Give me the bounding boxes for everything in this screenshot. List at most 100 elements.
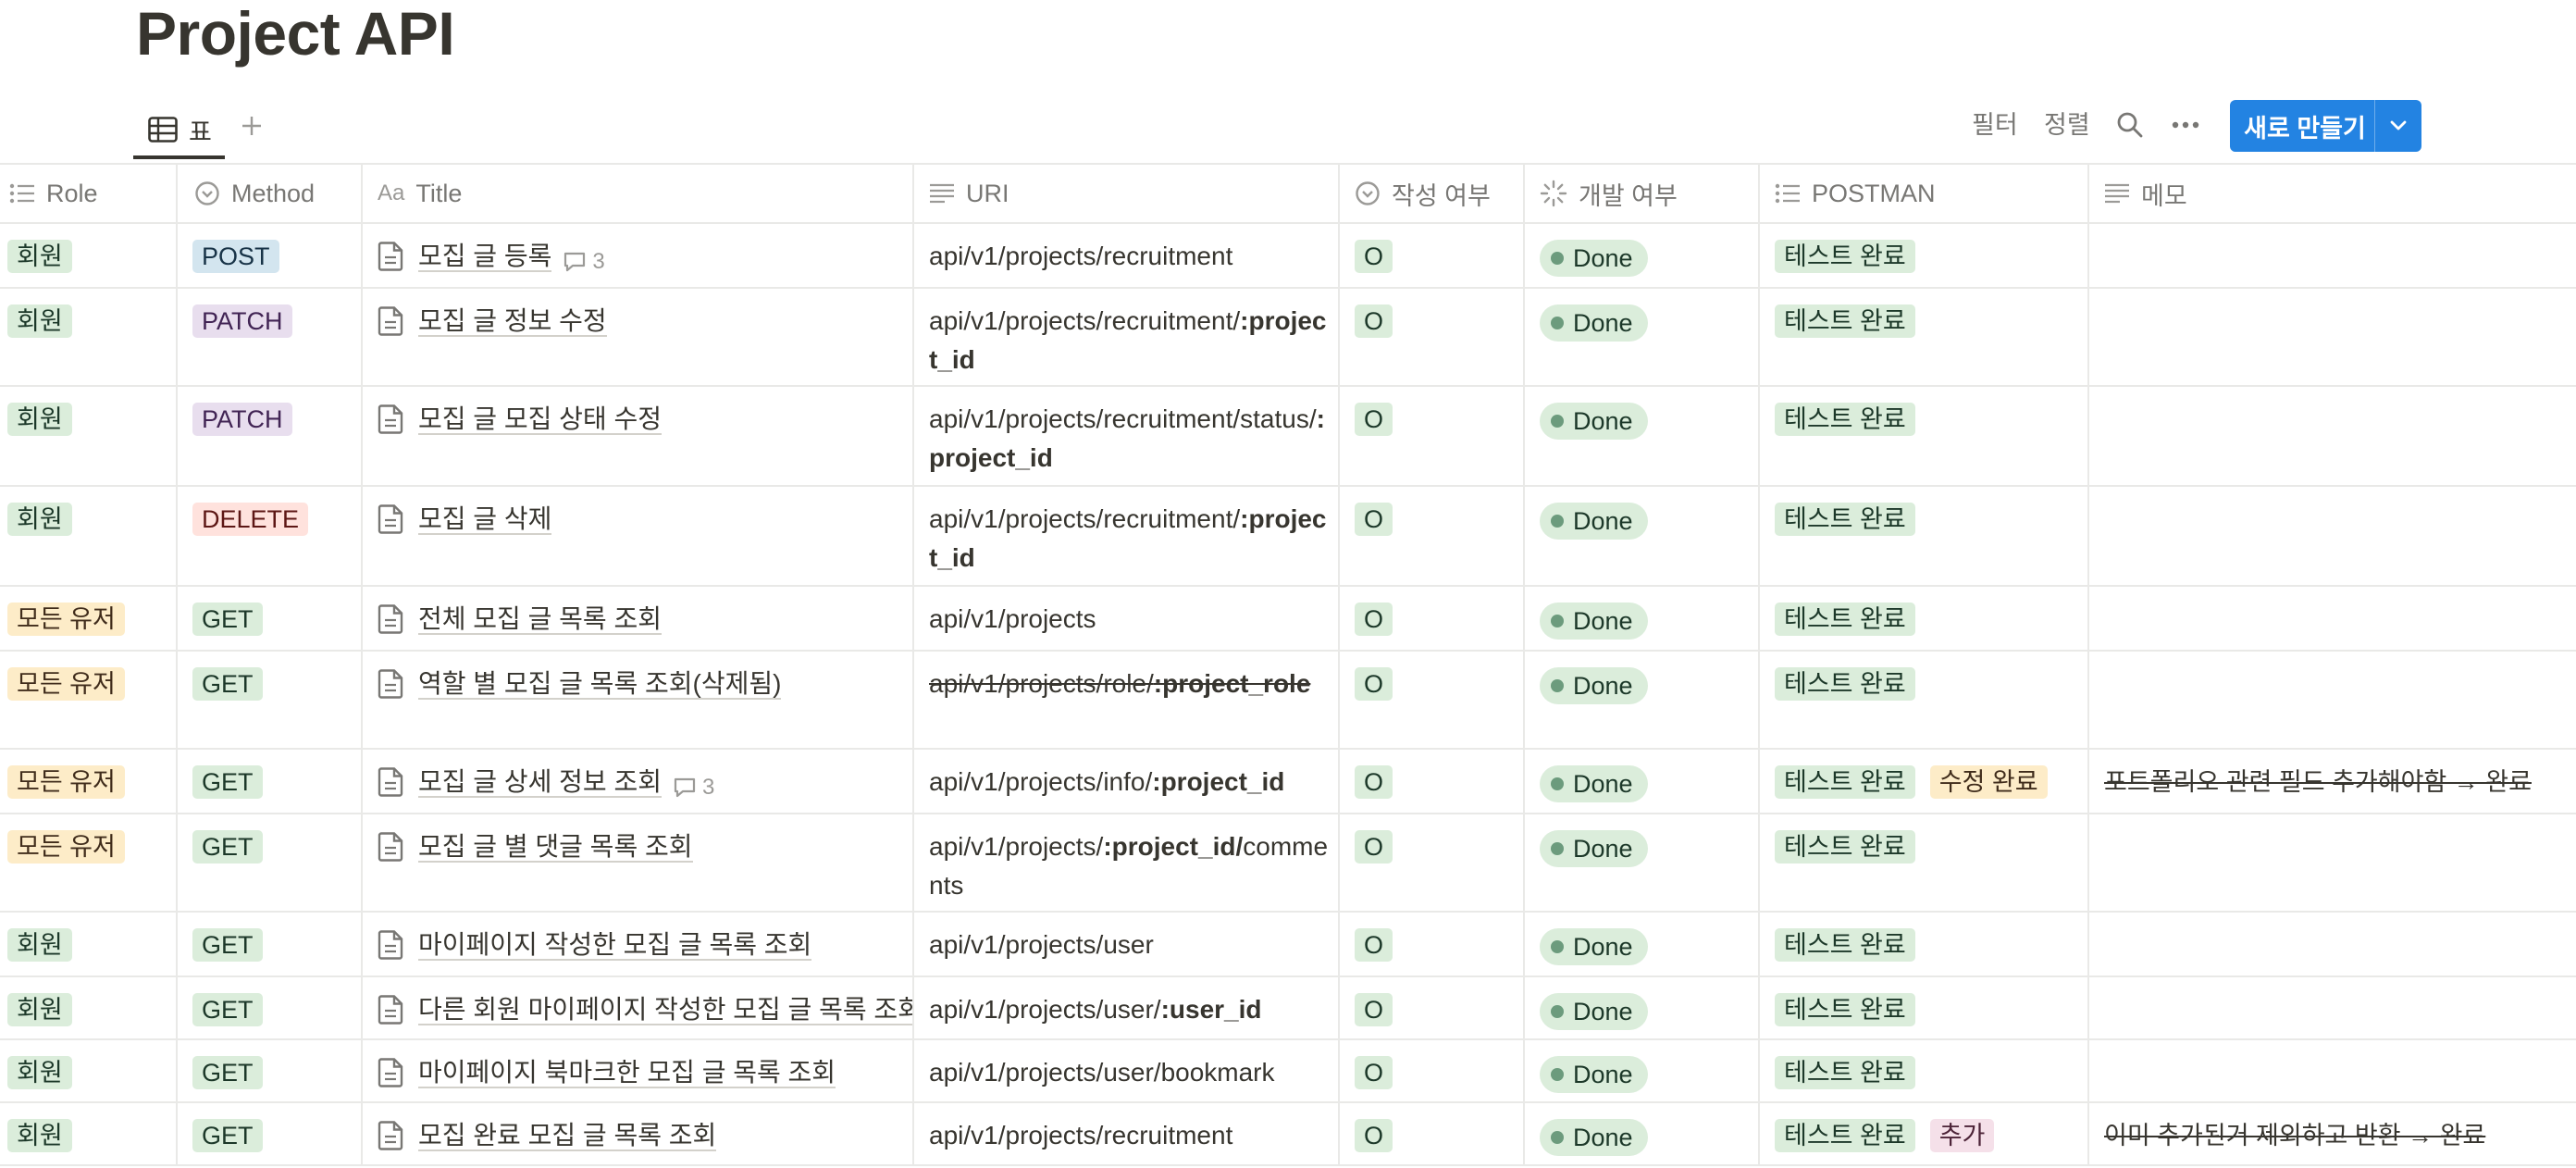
cell-role[interactable]: 회원 xyxy=(0,224,178,287)
cell-uri[interactable]: api/v1/projects/user xyxy=(914,913,1340,975)
cell-postman[interactable]: 테스트 완료 xyxy=(1760,587,2089,650)
cell-dev-status[interactable]: Done xyxy=(1525,750,1760,813)
cell-dev-status[interactable]: Done xyxy=(1525,387,1760,485)
table-row[interactable]: 모든 유저 GET 역할 별 모집 글 목록 조회(삭제됨) api/v1/proje… xyxy=(0,652,2576,750)
page-title-link[interactable]: 모집 글 모집 상태 수정 xyxy=(418,404,662,435)
cell-uri[interactable]: api/v1/projects xyxy=(914,587,1340,650)
cell-memo[interactable] xyxy=(2089,814,2576,911)
table-row[interactable]: 모든 유저 GET 모집 글 별 댓글 목록 조회 api/v1/projects/:… xyxy=(0,814,2576,913)
page-title-link[interactable]: 모집 글 삭제 xyxy=(418,504,552,535)
column-header-title[interactable]: Aa Title xyxy=(363,165,914,222)
cell-written[interactable]: O xyxy=(1340,814,1525,911)
cell-method[interactable]: GET xyxy=(178,1040,363,1101)
cell-written[interactable]: O xyxy=(1340,1040,1525,1101)
column-header-dev-status[interactable]: 개발 여부 xyxy=(1525,165,1760,222)
cell-title[interactable]: 모집 글 정보 수정 xyxy=(363,289,914,385)
cell-dev-status[interactable]: Done xyxy=(1525,913,1760,975)
cell-written[interactable]: O xyxy=(1340,487,1525,585)
table-row[interactable]: 회원 POST 모집 글 등록 3 api/v1/projects/recruitmen… xyxy=(0,224,2576,289)
cell-method[interactable]: DELETE xyxy=(178,487,363,585)
cell-postman[interactable]: 테스트 완료 xyxy=(1760,652,2089,748)
page-title-link[interactable]: 마이페이지 작성한 모집 글 목록 조회 xyxy=(418,930,812,961)
cell-role[interactable]: 모든 유저 xyxy=(0,587,178,650)
cell-role[interactable]: 회원 xyxy=(0,289,178,385)
cell-memo[interactable]: 이미 추가된거 제외하고 반환 → 완료 xyxy=(2089,1103,2576,1164)
cell-role[interactable]: 회원 xyxy=(0,1103,178,1164)
cell-dev-status[interactable]: Done xyxy=(1525,1103,1760,1164)
cell-uri[interactable]: api/v1/projects/recruitment/status/:proj… xyxy=(914,387,1340,485)
cell-written[interactable]: O xyxy=(1340,750,1525,813)
cell-uri[interactable]: api/v1/projects/recruitment/:project_id xyxy=(914,289,1340,385)
table-row[interactable]: 모든 유저 GET 모집 글 상세 정보 조회 3 api/v1/projects/in… xyxy=(0,750,2576,814)
cell-postman[interactable]: 테스트 완료 xyxy=(1760,1040,2089,1101)
cell-uri[interactable]: api/v1/projects/recruitment xyxy=(914,224,1340,287)
page-title-link[interactable]: 모집 글 상세 정보 조회 xyxy=(418,767,662,798)
table-row[interactable]: 회원 GET 모집 완료 모집 글 목록 조회 api/v1/projects/rec… xyxy=(0,1103,2576,1166)
page-title-link[interactable]: 다른 회원 마이페이지 작성한 모집 글 목록 조회 xyxy=(418,995,912,1025)
page-title-link[interactable]: 모집 완료 모집 글 목록 조회 xyxy=(418,1121,717,1151)
cell-written[interactable]: O xyxy=(1340,652,1525,748)
comment-count[interactable]: 3 xyxy=(673,768,714,807)
comment-count[interactable]: 3 xyxy=(563,242,605,281)
cell-written[interactable]: O xyxy=(1340,1103,1525,1164)
table-row[interactable]: 회원 PATCH 모집 글 정보 수정 api/v1/projects/recruit… xyxy=(0,289,2576,387)
cell-uri[interactable]: api/v1/projects/recruitment xyxy=(914,1103,1340,1164)
cell-uri[interactable]: api/v1/projects/user/bookmark xyxy=(914,1040,1340,1101)
add-view-button[interactable] xyxy=(233,107,270,144)
cell-uri[interactable]: api/v1/projects/user/:user_id xyxy=(914,977,1340,1038)
cell-uri[interactable]: api/v1/projects/role/:project_role xyxy=(914,652,1340,748)
page-title-link[interactable]: 전체 모집 글 목록 조회 xyxy=(418,604,662,635)
cell-title[interactable]: 마이페이지 북마크한 모집 글 목록 조회 xyxy=(363,1040,914,1101)
page-title-link[interactable]: 모집 글 등록 xyxy=(418,242,552,272)
cell-memo[interactable] xyxy=(2089,224,2576,287)
cell-postman[interactable]: 테스트 완료 수정 완료 xyxy=(1760,750,2089,813)
page-title-link[interactable]: 모집 글 정보 수정 xyxy=(418,306,607,337)
cell-postman[interactable]: 테스트 완료 xyxy=(1760,224,2089,287)
cell-uri[interactable]: api/v1/projects/:project_id/comments xyxy=(914,814,1340,911)
column-header-postman[interactable]: POSTMAN xyxy=(1760,165,2089,222)
cell-dev-status[interactable]: Done xyxy=(1525,977,1760,1038)
cell-dev-status[interactable]: Done xyxy=(1525,289,1760,385)
cell-role[interactable]: 회원 xyxy=(0,387,178,485)
filter-button[interactable]: 필터 xyxy=(1972,106,2018,144)
cell-memo[interactable] xyxy=(2089,289,2576,385)
column-header-memo[interactable]: 메모 xyxy=(2089,165,2576,222)
cell-title[interactable]: 다른 회원 마이페이지 작성한 모집 글 목록 조회 xyxy=(363,977,914,1038)
cell-role[interactable]: 모든 유저 xyxy=(0,814,178,911)
cell-uri[interactable]: api/v1/projects/info/:project_id xyxy=(914,750,1340,813)
cell-written[interactable]: O xyxy=(1340,977,1525,1038)
new-button-label[interactable]: 새로 만들기 xyxy=(2230,100,2374,152)
cell-title[interactable]: 모집 글 삭제 xyxy=(363,487,914,585)
search-button[interactable] xyxy=(2112,106,2149,143)
cell-method[interactable]: GET xyxy=(178,1103,363,1164)
cell-memo[interactable] xyxy=(2089,387,2576,485)
cell-written[interactable]: O xyxy=(1340,289,1525,385)
cell-memo[interactable] xyxy=(2089,1040,2576,1101)
table-row[interactable]: 회원 DELETE 모집 글 삭제 api/v1/projects/recruitme… xyxy=(0,487,2576,587)
table-row[interactable]: 회원 PATCH 모집 글 모집 상태 수정 api/v1/projects/recr… xyxy=(0,387,2576,487)
cell-title[interactable]: 모집 글 상세 정보 조회 3 xyxy=(363,750,914,813)
cell-written[interactable]: O xyxy=(1340,387,1525,485)
cell-title[interactable]: 전체 모집 글 목록 조회 xyxy=(363,587,914,650)
cell-postman[interactable]: 테스트 완료 xyxy=(1760,289,2089,385)
new-button[interactable]: 새로 만들기 xyxy=(2230,100,2421,152)
cell-postman[interactable]: 테스트 완료 xyxy=(1760,977,2089,1038)
cell-dev-status[interactable]: Done xyxy=(1525,487,1760,585)
cell-method[interactable]: GET xyxy=(178,750,363,813)
column-header-method[interactable]: Method xyxy=(178,165,363,222)
cell-role[interactable]: 회원 xyxy=(0,487,178,585)
cell-written[interactable]: O xyxy=(1340,224,1525,287)
more-options-button[interactable] xyxy=(2167,106,2204,143)
cell-postman[interactable]: 테스트 완료 xyxy=(1760,487,2089,585)
tab-table-view[interactable]: 표 xyxy=(133,100,225,159)
cell-role[interactable]: 모든 유저 xyxy=(0,652,178,748)
cell-title[interactable]: 모집 글 등록 3 xyxy=(363,224,914,287)
column-header-written[interactable]: 작성 여부 xyxy=(1340,165,1525,222)
column-header-uri[interactable]: URI xyxy=(914,165,1340,222)
cell-written[interactable]: O xyxy=(1340,587,1525,650)
new-button-dropdown[interactable] xyxy=(2374,100,2421,152)
page-title-link[interactable]: 모집 글 별 댓글 목록 조회 xyxy=(418,832,693,863)
cell-role[interactable]: 회원 xyxy=(0,913,178,975)
cell-role[interactable]: 회원 xyxy=(0,977,178,1038)
table-row[interactable]: 회원 GET 다른 회원 마이페이지 작성한 모집 글 목록 조회 api/v1/pr… xyxy=(0,977,2576,1040)
